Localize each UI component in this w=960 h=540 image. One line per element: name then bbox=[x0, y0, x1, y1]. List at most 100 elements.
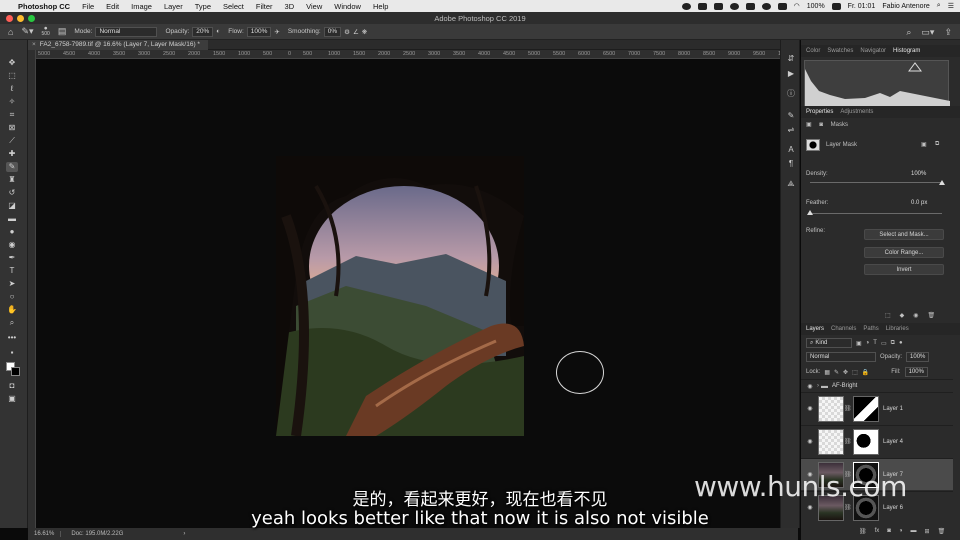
load-selection-icon[interactable]: ⬚ bbox=[885, 312, 891, 319]
notification-center-icon[interactable]: ☰ bbox=[948, 2, 954, 10]
lock-artboard-icon[interactable]: ⬚ bbox=[852, 369, 858, 376]
color-swatches[interactable] bbox=[6, 362, 20, 376]
info-panel-icon[interactable]: ⓘ bbox=[785, 89, 797, 99]
select-and-mask-button[interactable]: Select and Mask... bbox=[864, 229, 944, 240]
user-name[interactable]: Fabio Antenore bbox=[882, 3, 929, 10]
paragraph-panel-icon[interactable]: ¶ bbox=[785, 159, 797, 169]
menu-file[interactable]: File bbox=[82, 2, 94, 11]
new-adjustment-layer-icon[interactable]: ◑ bbox=[899, 528, 903, 535]
tab-navigator[interactable]: Navigator bbox=[860, 48, 886, 54]
delete-mask-icon[interactable]: 🗑 bbox=[928, 312, 936, 319]
vector-mask-icon[interactable]: ◙ bbox=[819, 122, 823, 128]
brush-size-picker[interactable]: ● 500 bbox=[42, 25, 50, 38]
select-pixel-mask-icon[interactable]: ▣ bbox=[921, 141, 927, 148]
eyedropper-tool-icon[interactable]: ⟋ bbox=[6, 136, 18, 146]
time-machine-icon[interactable] bbox=[761, 2, 771, 10]
blend-mode-select[interactable]: Normal bbox=[806, 352, 876, 362]
new-layer-icon[interactable]: ⊞ bbox=[925, 528, 930, 535]
menu-edit[interactable]: Edit bbox=[106, 2, 119, 11]
brush-settings-panel-icon[interactable]: ⇌ bbox=[785, 125, 797, 135]
healing-brush-tool-icon[interactable]: ✚ bbox=[6, 149, 18, 159]
menu-window[interactable]: Window bbox=[334, 2, 361, 11]
visibility-eye-icon[interactable]: ◉ bbox=[805, 383, 815, 390]
actions-panel-icon[interactable]: ▶ bbox=[785, 69, 797, 79]
share-icon[interactable]: ⇪ bbox=[944, 27, 952, 38]
smoothing-field[interactable]: 0% bbox=[323, 26, 342, 37]
horizontal-ruler[interactable]: 5000 4500 4000 3500 3000 2500 2000 1500 … bbox=[36, 50, 798, 59]
tab-swatches[interactable]: Swatches bbox=[827, 48, 853, 54]
dropbox-icon[interactable] bbox=[697, 2, 707, 10]
home-icon[interactable]: ⌂ bbox=[8, 27, 13, 37]
default-colors-icon[interactable]: ▪ bbox=[6, 348, 18, 358]
layer-mask-thumbnail[interactable] bbox=[853, 428, 879, 455]
search-icon[interactable]: ⌕ bbox=[906, 27, 911, 38]
density-slider[interactable] bbox=[810, 182, 942, 183]
angle-icon[interactable]: ∠ bbox=[353, 28, 359, 36]
background-color-swatch[interactable] bbox=[11, 367, 20, 376]
smoothing-settings-icon[interactable]: ⚙ bbox=[344, 28, 350, 36]
blur-tool-icon[interactable]: ● bbox=[6, 227, 18, 237]
menu-select[interactable]: Select bbox=[223, 2, 244, 11]
kind-filter-select[interactable]: ⌕ Kind bbox=[806, 338, 852, 348]
flow-field[interactable]: 100% bbox=[246, 26, 272, 37]
display-icon[interactable] bbox=[777, 2, 787, 10]
hand-tool-icon[interactable]: ✋ bbox=[6, 305, 18, 315]
zoom-level[interactable]: 16.61% bbox=[28, 531, 62, 537]
layer-style-button[interactable]: fx bbox=[875, 528, 880, 535]
select-vector-mask-icon[interactable]: ⧉ bbox=[935, 141, 939, 148]
history-panel-icon[interactable]: ⇵ bbox=[785, 54, 797, 64]
move-tool-icon[interactable]: ✥ bbox=[6, 58, 18, 68]
feather-value[interactable]: 0.0 px bbox=[911, 200, 927, 206]
fill-field[interactable]: 100% bbox=[904, 367, 928, 377]
opacity-field[interactable]: 20% bbox=[192, 26, 214, 37]
vertical-ruler[interactable] bbox=[28, 50, 36, 528]
filter-toggle-icon[interactable]: ● bbox=[899, 340, 903, 346]
menu-image[interactable]: Image bbox=[131, 2, 152, 11]
tab-histogram[interactable]: Histogram bbox=[893, 48, 920, 54]
sync-icon[interactable] bbox=[713, 2, 723, 10]
menu-filter[interactable]: Filter bbox=[256, 2, 273, 11]
lasso-tool-icon[interactable]: ℓ bbox=[6, 84, 18, 94]
new-group-icon[interactable]: ▬ bbox=[911, 528, 917, 535]
link-mask-icon[interactable]: ⛓ bbox=[844, 405, 852, 412]
filter-pixel-icon[interactable]: ▣ bbox=[856, 340, 862, 347]
pressure-opacity-icon[interactable]: ◐ bbox=[216, 28, 220, 35]
history-brush-tool-icon[interactable]: ↺ bbox=[6, 188, 18, 198]
cloud-icon[interactable] bbox=[745, 2, 755, 10]
close-document-icon[interactable]: × bbox=[32, 41, 36, 48]
character-panel-icon[interactable]: A bbox=[785, 145, 797, 155]
filter-adjustment-icon[interactable]: ◑ bbox=[866, 340, 870, 346]
feather-slider[interactable] bbox=[810, 213, 942, 214]
visibility-eye-icon[interactable]: ◉ bbox=[805, 405, 815, 412]
status-menu-arrow-icon[interactable]: › bbox=[183, 531, 185, 537]
pixel-mask-icon[interactable]: ▣ bbox=[806, 122, 812, 128]
tab-libraries[interactable]: Libraries bbox=[886, 326, 909, 332]
symmetry-icon[interactable]: ❋ bbox=[362, 28, 367, 36]
menu-layer[interactable]: Layer bbox=[164, 2, 183, 11]
brush-settings-icon[interactable]: ▤ bbox=[58, 26, 67, 37]
pen-tool-icon[interactable]: ✒ bbox=[6, 253, 18, 263]
menu-view[interactable]: View bbox=[306, 2, 322, 11]
tab-channels[interactable]: Channels bbox=[831, 326, 856, 332]
density-slider-knob[interactable] bbox=[939, 180, 945, 185]
screen-mode-icon[interactable]: ▣ bbox=[6, 394, 18, 404]
battery-icon[interactable] bbox=[831, 2, 841, 10]
brushes-panel-icon[interactable]: ✎ bbox=[785, 111, 797, 121]
layer-mask-thumbnail[interactable] bbox=[853, 395, 879, 422]
lock-transparent-icon[interactable]: ▦ bbox=[824, 369, 830, 376]
tab-paths[interactable]: Paths bbox=[863, 326, 878, 332]
clone-stamp-tool-icon[interactable]: ♜ bbox=[6, 175, 18, 185]
app-menu[interactable]: Photoshop CC bbox=[18, 2, 70, 11]
document-image[interactable] bbox=[276, 156, 524, 436]
filter-smart-object-icon[interactable]: ⧉ bbox=[891, 340, 895, 347]
tab-layers[interactable]: Layers bbox=[806, 326, 824, 332]
lock-position-icon[interactable]: ✥ bbox=[843, 369, 848, 376]
spotlight-icon[interactable]: ⌕ bbox=[937, 2, 941, 10]
dodge-tool-icon[interactable]: ◉ bbox=[6, 240, 18, 250]
canvas-area[interactable] bbox=[36, 60, 798, 528]
disable-mask-icon[interactable]: ◉ bbox=[913, 312, 918, 319]
layer-row-4[interactable]: ◉ ⛓ Layer 4 bbox=[801, 425, 953, 457]
zoom-tool-icon[interactable]: ⌕ bbox=[6, 318, 18, 328]
link-mask-icon[interactable]: ⛓ bbox=[844, 438, 852, 445]
menu-type[interactable]: Type bbox=[195, 2, 211, 11]
